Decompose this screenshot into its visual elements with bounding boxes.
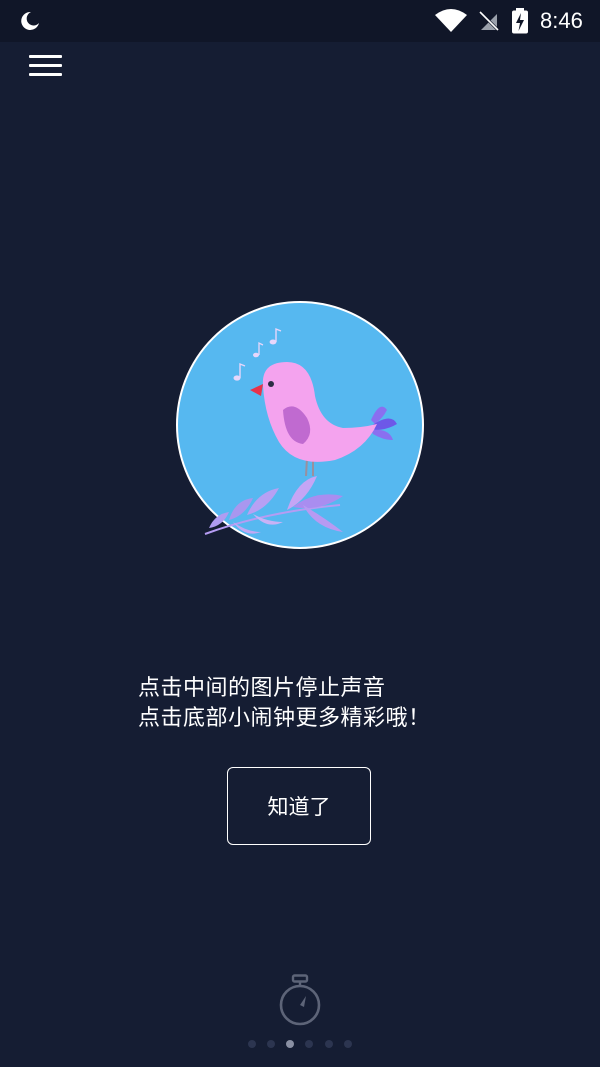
page-dot [267,1040,275,1048]
hint-line-1: 点击中间的图片停止声音 [138,676,386,701]
page-dot [325,1040,333,1048]
wifi-icon [435,9,467,32]
hint-line-2: 点击底部小闹钟更多精彩哦！ [138,706,431,731]
hamburger-menu-icon[interactable] [29,53,63,79]
got-it-button[interactable]: 知道了 [227,767,371,845]
status-time: 8:46 [540,8,583,33]
no-signal-icon [478,10,500,32]
moon-icon [21,11,39,30]
page-dot [305,1040,313,1048]
page-indicator [246,1039,358,1049]
page-dot [344,1040,352,1048]
page-dot [248,1040,256,1048]
page-dot-active [286,1040,294,1048]
hint-text: 点击中间的图片停止声音 点击底部小闹钟更多精彩哦！ [138,674,558,734]
battery-charging-icon [512,8,528,34]
stopwatch-icon[interactable] [278,974,322,1026]
status-bar: 8:46 [0,0,600,42]
singing-bird-image[interactable] [175,300,425,550]
